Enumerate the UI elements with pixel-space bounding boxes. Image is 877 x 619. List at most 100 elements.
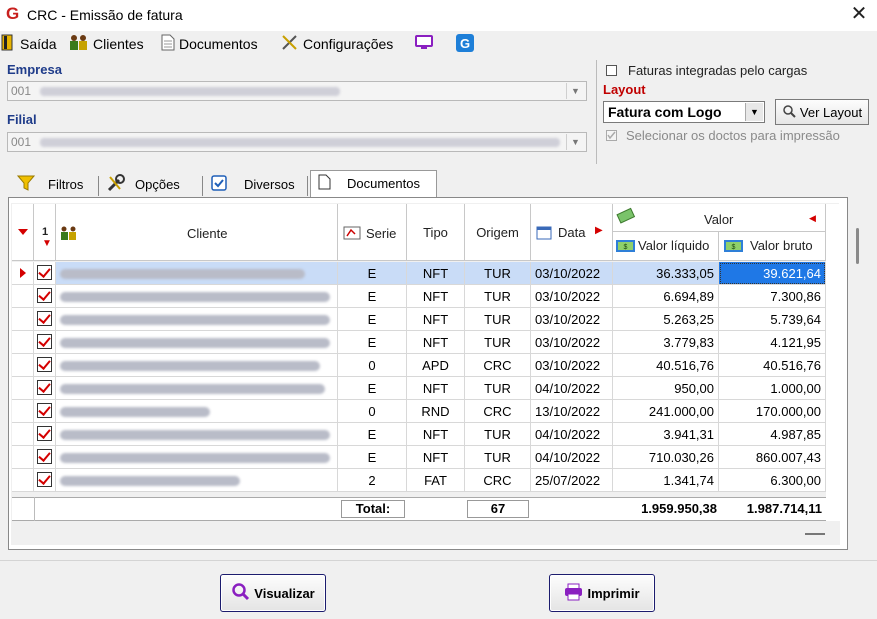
menu-saida[interactable]: Saída bbox=[1, 34, 57, 53]
cell-valor-bruto[interactable]: 860.007,43 bbox=[719, 446, 826, 469]
selecionar-checkbox[interactable] bbox=[606, 130, 617, 141]
header-valor-liquido[interactable]: $ Valor líquido bbox=[613, 232, 719, 261]
row-checkbox[interactable] bbox=[34, 354, 56, 377]
chevron-down-icon[interactable]: ▼ bbox=[566, 83, 584, 99]
cell-tipo[interactable]: NFT bbox=[407, 285, 465, 308]
cell-origem[interactable]: TUR bbox=[465, 262, 531, 285]
header-cliente[interactable]: Cliente bbox=[56, 204, 338, 261]
cell-cliente[interactable] bbox=[56, 354, 338, 377]
cell-origem[interactable]: TUR bbox=[465, 446, 531, 469]
cell-valor-bruto[interactable]: 7.300,86 bbox=[719, 285, 826, 308]
cell-data[interactable]: 03/10/2022 bbox=[531, 308, 613, 331]
cell-cliente[interactable] bbox=[56, 331, 338, 354]
cell-valor-bruto[interactable]: 40.516,76 bbox=[719, 354, 826, 377]
chevron-down-icon[interactable]: ▼ bbox=[566, 134, 584, 150]
imprimir-button[interactable]: Imprimir bbox=[549, 574, 655, 612]
cell-cliente[interactable] bbox=[56, 262, 338, 285]
row-checkbox[interactable] bbox=[34, 285, 56, 308]
cell-valor-bruto[interactable]: 39.621,64 bbox=[719, 262, 826, 285]
checkbox-checked-icon[interactable] bbox=[37, 380, 52, 395]
header-origem[interactable]: Origem bbox=[465, 204, 531, 261]
row-indicator[interactable] bbox=[12, 285, 34, 308]
menu-documentos[interactable]: Documentos bbox=[161, 34, 258, 53]
layout-select[interactable]: Fatura com Logo ▼ bbox=[603, 101, 765, 123]
cell-serie[interactable]: E bbox=[338, 377, 407, 400]
cell-origem[interactable]: CRC bbox=[465, 354, 531, 377]
cell-serie[interactable]: E bbox=[338, 331, 407, 354]
app-logo-button[interactable]: G bbox=[456, 33, 474, 53]
cell-data[interactable]: 03/10/2022 bbox=[531, 331, 613, 354]
cell-tipo[interactable]: NFT bbox=[407, 331, 465, 354]
checkbox-checked-icon[interactable] bbox=[37, 426, 52, 441]
visualizar-button[interactable]: Visualizar bbox=[220, 574, 326, 612]
cell-cliente[interactable] bbox=[56, 400, 338, 423]
cell-data[interactable]: 03/10/2022 bbox=[531, 354, 613, 377]
cell-cliente[interactable] bbox=[56, 285, 338, 308]
row-checkbox[interactable] bbox=[34, 446, 56, 469]
cell-tipo[interactable]: NFT bbox=[407, 423, 465, 446]
cell-serie[interactable]: E bbox=[338, 446, 407, 469]
filial-combo[interactable]: 001 ▼ bbox=[7, 132, 587, 152]
row-checkbox[interactable] bbox=[34, 377, 56, 400]
row-indicator[interactable] bbox=[12, 377, 34, 400]
checkbox-checked-icon[interactable] bbox=[37, 334, 52, 349]
checkbox-checked-icon[interactable] bbox=[37, 403, 52, 418]
row-indicator[interactable] bbox=[12, 331, 34, 354]
cell-serie[interactable]: E bbox=[338, 262, 407, 285]
monitor-button[interactable] bbox=[414, 35, 434, 53]
cell-origem[interactable]: TUR bbox=[465, 377, 531, 400]
tab-opcoes[interactable]: Opções bbox=[106, 172, 180, 197]
checkbox-checked-icon[interactable] bbox=[37, 472, 52, 487]
row-indicator[interactable] bbox=[12, 469, 34, 492]
header-data[interactable]: Data ▶ bbox=[531, 204, 613, 261]
checkbox-checked-icon[interactable] bbox=[37, 265, 52, 280]
checkbox-checked-icon[interactable] bbox=[37, 311, 52, 326]
faturas-integradas-checkbox[interactable] bbox=[606, 65, 617, 76]
cell-valor-liquido[interactable]: 40.516,76 bbox=[613, 354, 719, 377]
cell-cliente[interactable] bbox=[56, 377, 338, 400]
cell-origem[interactable]: TUR bbox=[465, 331, 531, 354]
cell-data[interactable]: 03/10/2022 bbox=[531, 262, 613, 285]
row-checkbox[interactable] bbox=[34, 331, 56, 354]
checkbox-checked-icon[interactable] bbox=[37, 449, 52, 464]
row-checkbox[interactable] bbox=[34, 469, 56, 492]
cell-valor-liquido[interactable]: 710.030,26 bbox=[613, 446, 719, 469]
menu-clientes[interactable]: Clientes bbox=[69, 35, 144, 53]
cell-cliente[interactable] bbox=[56, 469, 338, 492]
checkbox-checked-icon[interactable] bbox=[37, 288, 52, 303]
cell-valor-liquido[interactable]: 3.779,83 bbox=[613, 331, 719, 354]
row-indicator[interactable] bbox=[12, 308, 34, 331]
row-indicator[interactable] bbox=[12, 400, 34, 423]
cell-tipo[interactable]: RND bbox=[407, 400, 465, 423]
cell-data[interactable]: 04/10/2022 bbox=[531, 446, 613, 469]
header-tipo[interactable]: Tipo bbox=[407, 204, 465, 261]
cell-valor-liquido[interactable]: 241.000,00 bbox=[613, 400, 719, 423]
header-valor[interactable]: Valor ◀ bbox=[613, 204, 826, 232]
cell-valor-bruto[interactable]: 4.987,85 bbox=[719, 423, 826, 446]
row-indicator[interactable] bbox=[12, 446, 34, 469]
checkbox-checked-icon[interactable] bbox=[37, 357, 52, 372]
tab-documentos[interactable]: Documentos bbox=[318, 171, 420, 196]
row-checkbox[interactable] bbox=[34, 262, 56, 285]
cell-serie[interactable]: E bbox=[338, 285, 407, 308]
cell-serie[interactable]: E bbox=[338, 423, 407, 446]
row-checkbox[interactable] bbox=[34, 400, 56, 423]
cell-cliente[interactable] bbox=[56, 423, 338, 446]
header-serie[interactable]: Serie bbox=[338, 204, 407, 261]
header-valor-bruto[interactable]: $ Valor bruto bbox=[719, 232, 826, 261]
cell-tipo[interactable]: FAT bbox=[407, 469, 465, 492]
cell-serie[interactable]: 0 bbox=[338, 354, 407, 377]
cell-valor-liquido[interactable]: 5.263,25 bbox=[613, 308, 719, 331]
cell-serie[interactable]: 2 bbox=[338, 469, 407, 492]
header-indicator-col[interactable] bbox=[12, 204, 34, 261]
ver-layout-button[interactable]: Ver Layout bbox=[775, 99, 869, 125]
cell-valor-liquido[interactable]: 36.333,05 bbox=[613, 262, 719, 285]
chevron-down-icon[interactable]: ▼ bbox=[745, 103, 763, 121]
vertical-scrollbar[interactable] bbox=[826, 204, 859, 521]
cell-valor-bruto[interactable]: 5.739,64 bbox=[719, 308, 826, 331]
cell-serie[interactable]: E bbox=[338, 308, 407, 331]
cell-data[interactable]: 13/10/2022 bbox=[531, 400, 613, 423]
cell-valor-bruto[interactable]: 170.000,00 bbox=[719, 400, 826, 423]
scrollbar-thumb[interactable] bbox=[856, 228, 859, 264]
cell-valor-bruto[interactable]: 4.121,95 bbox=[719, 331, 826, 354]
